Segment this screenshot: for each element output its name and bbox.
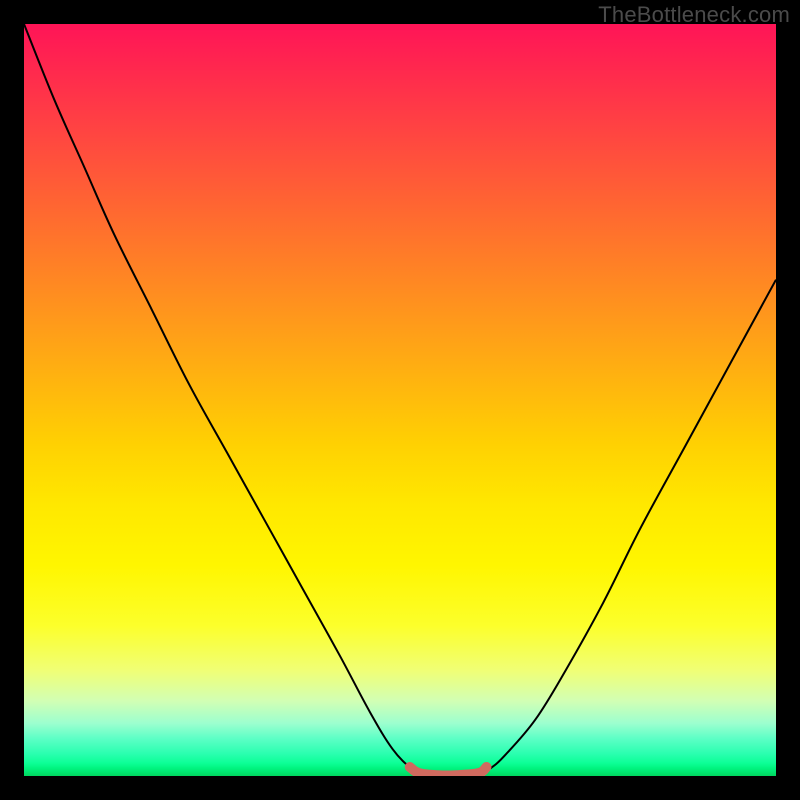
plot-area bbox=[24, 24, 776, 776]
watermark-text: TheBottleneck.com bbox=[598, 2, 790, 28]
floor-bar bbox=[410, 767, 487, 776]
bottleneck-curve bbox=[24, 24, 776, 775]
curve-layer bbox=[24, 24, 776, 776]
chart-frame: TheBottleneck.com bbox=[0, 0, 800, 800]
